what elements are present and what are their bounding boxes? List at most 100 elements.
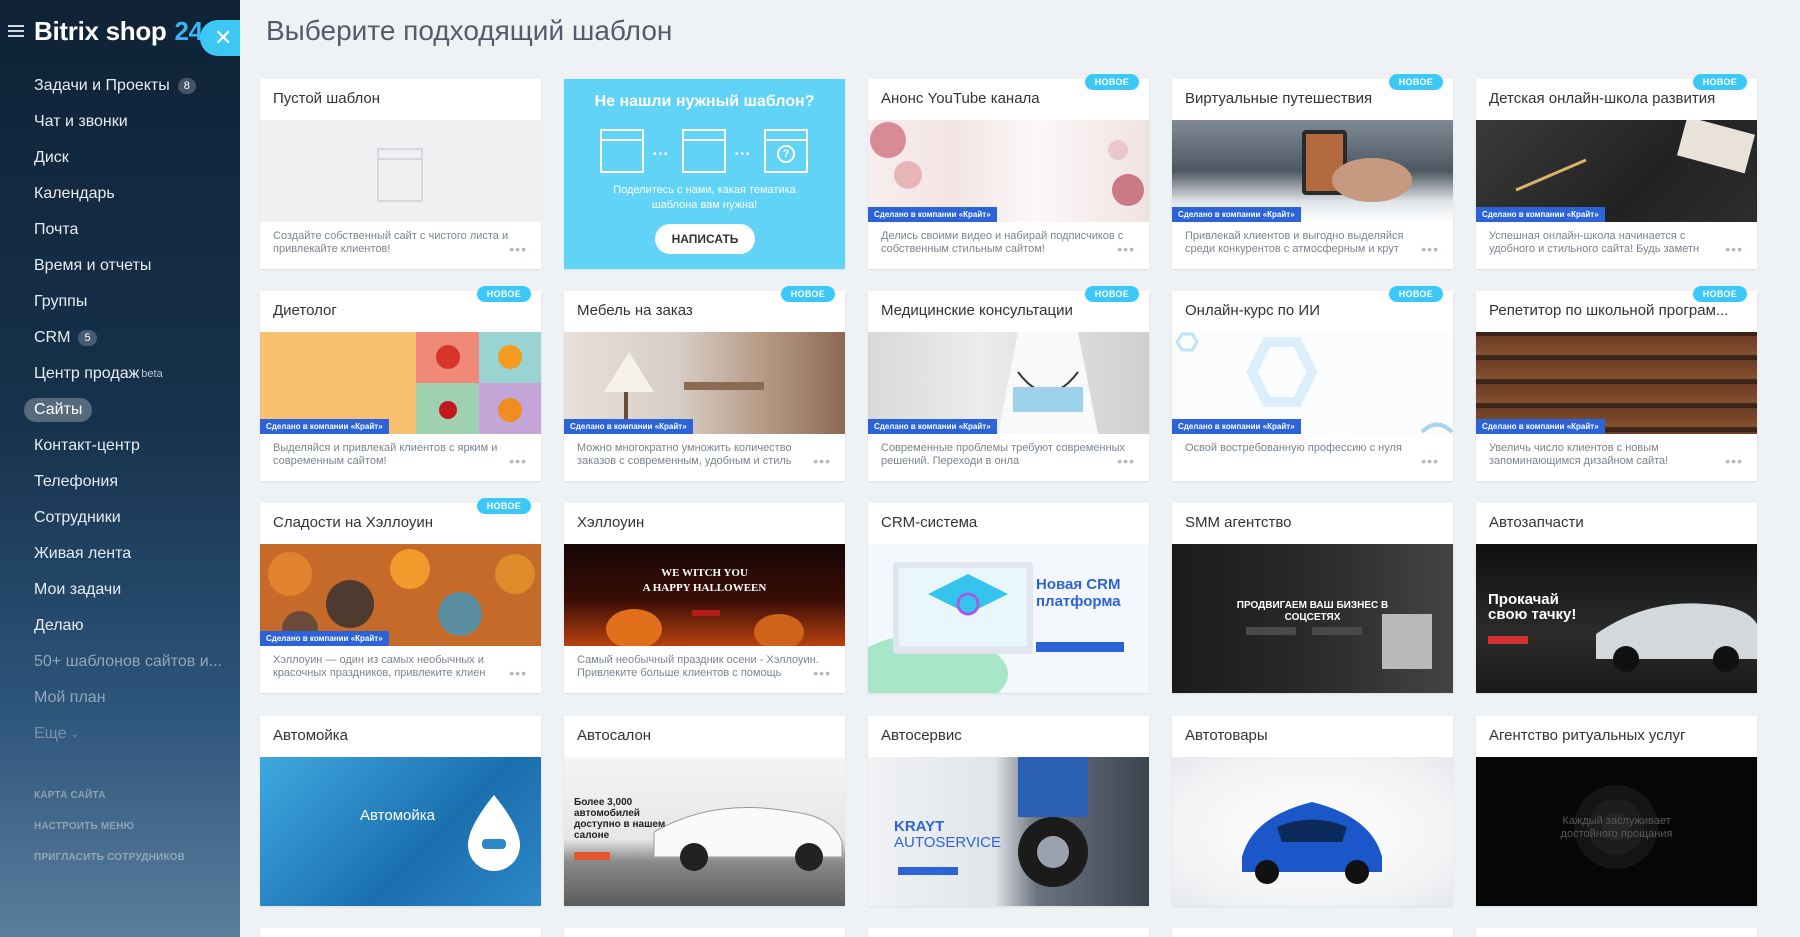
sidebar-item-disk[interactable]: Диск xyxy=(0,140,240,176)
sidebar-item-feed[interactable]: Живая лента xyxy=(0,536,240,572)
counter-badge: 8 xyxy=(177,78,196,94)
menu-icon[interactable] xyxy=(8,25,24,37)
new-badge: НОВОЕ xyxy=(476,286,531,302)
thumb-line: автомобилей xyxy=(574,808,640,819)
logo-number: 24 xyxy=(174,15,204,46)
krayt-badge: Сделано в компании «Крайт» xyxy=(1476,207,1605,222)
template-card-medical[interactable]: Медицинские консультации НОВОЕ Сделано в… xyxy=(868,286,1149,481)
sidebar-item-groups[interactable]: Группы xyxy=(0,284,240,320)
template-card-partial[interactable] xyxy=(564,928,845,937)
more-icon[interactable]: ••• xyxy=(1117,453,1135,469)
card-description: Успешная онлайн-школа начинается с удобн… xyxy=(1489,230,1700,255)
sidebar-item-sales-center[interactable]: Центр продаж beta xyxy=(0,356,240,392)
template-card-dietitian[interactable]: Диетолог НОВОЕ Сделано в компании «Крайт… xyxy=(260,286,541,481)
more-icon[interactable]: ••• xyxy=(509,453,527,469)
more-icon[interactable]: ••• xyxy=(1725,241,1743,257)
sidebar-item-tasks[interactable]: Задачи и Проекты 8 xyxy=(0,68,240,104)
card-thumbnail: Сделано в компании «Крайт» xyxy=(868,120,1149,222)
promo-title: Не нашли нужный шаблон? xyxy=(594,93,815,110)
carwash-thumb-text: Автомойка xyxy=(360,807,435,824)
configure-menu-link[interactable]: НАСТРОИТЬ МЕНЮ xyxy=(0,811,240,842)
template-card-partial[interactable] xyxy=(260,928,541,937)
thumb-line: ПРОДВИГАЕМ ВАШ БИЗНЕС В xyxy=(1236,600,1389,611)
thumb-line: WE WITCH YOU xyxy=(661,567,748,579)
more-icon[interactable]: ••• xyxy=(509,241,527,257)
card-description: Можно многократно умножить количество за… xyxy=(577,442,792,467)
template-card-partial[interactable] xyxy=(1172,928,1453,937)
template-card-partial[interactable] xyxy=(1476,928,1757,937)
card-thumbnail: Сделано в компании «Крайт» xyxy=(1172,332,1453,434)
card-title: Пустой шаблон xyxy=(273,90,381,107)
template-card-autoservice[interactable]: Автосервис KRAYT AUTOSERVICE xyxy=(868,716,1149,906)
sidebar-item-employees[interactable]: Сотрудники xyxy=(0,500,240,536)
card-thumbnail: Более 3,000 автомобилей доступно в нашем са… xyxy=(564,757,845,906)
template-card-halloween[interactable]: Хэллоуин WE WITCH YOU A HAPPY HALLOWEEN С… xyxy=(564,503,845,693)
close-button[interactable]: ✕ xyxy=(200,20,240,56)
sidebar-item-label: Диск xyxy=(34,149,69,166)
sidebar-item-time[interactable]: Время и отчеты xyxy=(0,248,240,284)
sidebar-item-label: Календарь xyxy=(34,185,115,202)
template-card-blank[interactable]: Пустой шаблон Создайте собственный сайт … xyxy=(260,79,541,269)
template-frame-icon xyxy=(682,129,726,173)
sidebar-item-label: Центр продаж xyxy=(34,365,140,382)
blank-page-icon xyxy=(377,148,423,202)
halloween-thumb-text: WE WITCH YOU A HAPPY HALLOWEEN xyxy=(564,566,845,596)
card-title: Автосалон xyxy=(577,727,652,744)
template-card-tutor[interactable]: Репетитор по школьной програм... НОВОЕ С… xyxy=(1476,286,1757,481)
more-icon[interactable]: ••• xyxy=(813,665,831,681)
template-card-virtual-travel[interactable]: Виртуальные путешествия НОВОЕ Сделано в … xyxy=(1172,74,1453,269)
template-card-smm[interactable]: SMM агентство ПРОДВИГАЕМ ВАШ БИЗНЕС В СОЦ… xyxy=(1172,503,1453,693)
write-button[interactable]: НАПИСАТЬ xyxy=(655,224,755,254)
sidebar-item-calendar[interactable]: Календарь xyxy=(0,176,240,212)
logo[interactable]: Bitrix shop 24 xyxy=(34,16,203,47)
sidebar-item-telephony[interactable]: Телефония xyxy=(0,464,240,500)
template-card-kids-school[interactable]: Детская онлайн-школа развития НОВОЕ Сдел… xyxy=(1476,74,1757,269)
logo-name: Bitrix shop xyxy=(34,15,167,46)
card-title: Детская онлайн-школа развития xyxy=(1489,90,1716,107)
invite-employees-link[interactable]: ПРИГЛАСИТЬ СОТРУДНИКОВ xyxy=(0,842,240,873)
more-icon[interactable]: ••• xyxy=(813,453,831,469)
template-card-furniture[interactable]: Мебель на заказ НОВОЕ Сделано в компании… xyxy=(564,286,845,481)
promo-text: Поделитесь с нами, какая тематика шаблон… xyxy=(613,184,796,211)
sidebar: Bitrix shop 24 Задачи и Проекты 8 Чат и зв… xyxy=(0,0,240,937)
sidebar-item-chat[interactable]: Чат и звонки xyxy=(0,104,240,140)
new-badge: НОВОЕ xyxy=(1692,74,1747,90)
sitemap-link[interactable]: КАРТА САЙТА xyxy=(0,780,240,811)
sidebar-item-label: Делаю xyxy=(34,617,84,634)
card-thumbnail: Автомойка xyxy=(260,757,541,906)
sidebar-item-my-plan[interactable]: Мой план xyxy=(0,680,240,716)
template-card-funeral[interactable]: Агентство ритуальных услуг Каждый заслуж… xyxy=(1476,716,1757,906)
more-icon[interactable]: ••• xyxy=(1725,453,1743,469)
sidebar-item-label: Сайты xyxy=(24,398,93,422)
sidebar-item-sites[interactable]: Сайты xyxy=(0,392,240,428)
thumb-line: AUTOSERVICE xyxy=(894,834,1001,851)
sidebar-item-contact-center[interactable]: Контакт-центр xyxy=(0,428,240,464)
sidebar-item-label: Телефония xyxy=(34,473,118,490)
template-card-ai-course[interactable]: Онлайн-курс по ИИ НОВОЕ Сделано в компан… xyxy=(1172,286,1453,481)
more-icon[interactable]: ••• xyxy=(1117,241,1135,257)
sidebar-item-mail[interactable]: Почта xyxy=(0,212,240,248)
template-card-car-showroom[interactable]: Автосалон Более 3,000 автомобилей доступно… xyxy=(564,716,845,906)
template-card-crm[interactable]: CRM-система Новая CRM платформа xyxy=(868,503,1149,693)
sidebar-item-crm[interactable]: CRM 5 xyxy=(0,320,240,356)
more-icon[interactable]: ••• xyxy=(1421,453,1439,469)
krayt-badge: Сделано в компании «Крайт» xyxy=(260,419,389,434)
template-card-autoparts[interactable]: Автозапчасти Прокачай свою тачку! xyxy=(1476,503,1757,693)
more-icon[interactable]: ••• xyxy=(1421,241,1439,257)
card-title: Виртуальные путешествия xyxy=(1185,90,1373,107)
sidebar-item-more[interactable]: Еще ⌄ xyxy=(0,716,240,752)
sidebar-item-doing[interactable]: Делаю xyxy=(0,608,240,644)
sidebar-item-my-tasks[interactable]: Мои задачи xyxy=(0,572,240,608)
template-card-partial[interactable] xyxy=(868,928,1149,937)
template-card-carwash[interactable]: Автомойка Автомойка xyxy=(260,716,541,906)
template-card-auto-goods[interactable]: Автотовары xyxy=(1172,716,1453,906)
thumb-line: платформа xyxy=(1036,593,1121,610)
krayt-badge: Сделано в компании «Крайт» xyxy=(868,419,997,434)
template-card-youtube[interactable]: Анонс YouTube канала НОВОЕ Сделано в ком… xyxy=(868,74,1149,269)
template-card-halloween-sweets[interactable]: Сладости на Хэллоуин НОВОЕ Сделано в ком… xyxy=(260,498,541,693)
card-title: Мебель на заказ xyxy=(577,302,693,319)
more-icon[interactable]: ••• xyxy=(509,665,527,681)
card-description: Создайте собственный сайт с чистого лист… xyxy=(273,230,509,255)
sidebar-item-templates[interactable]: 50+ шаблонов сайтов и... xyxy=(0,644,240,680)
card-title: Репетитор по школьной програм... xyxy=(1489,302,1729,319)
